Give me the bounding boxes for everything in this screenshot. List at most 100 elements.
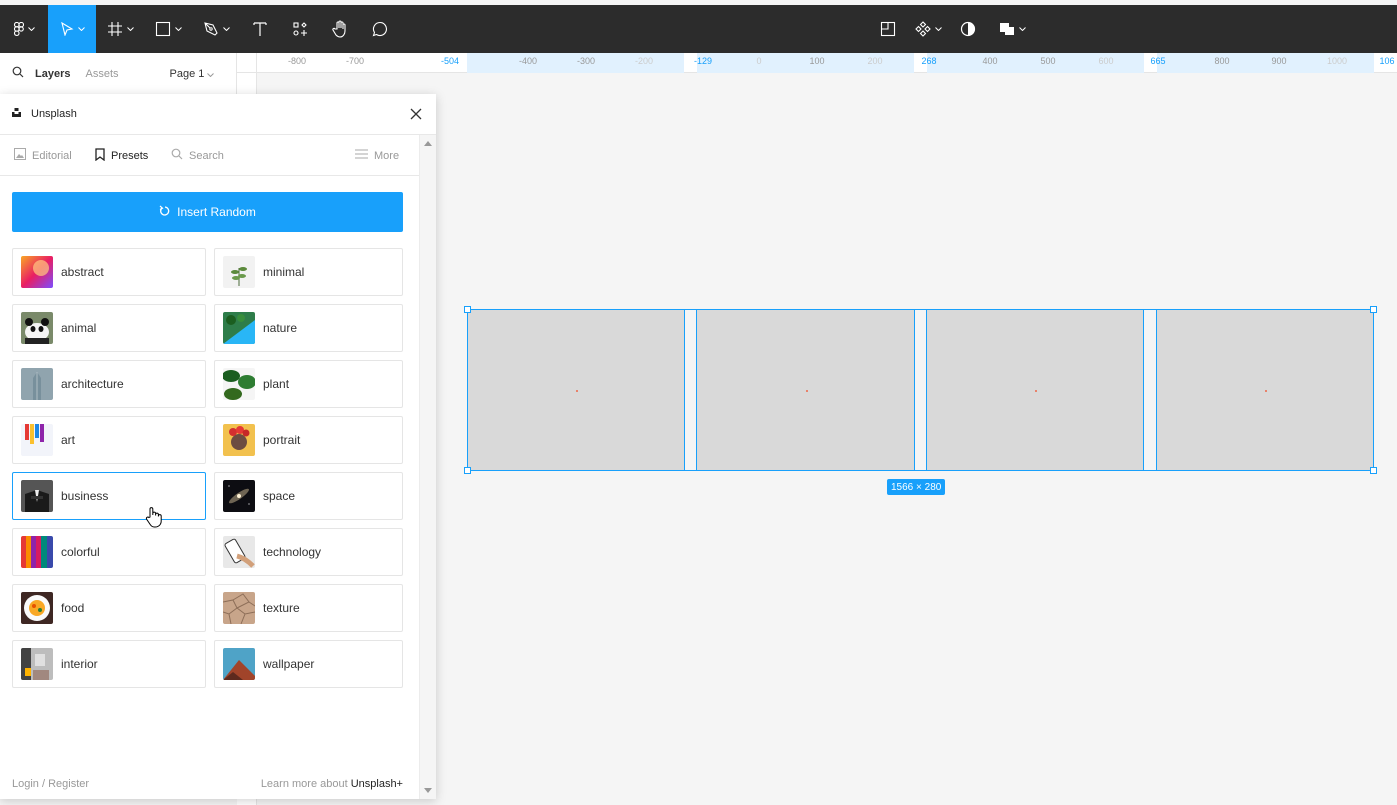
image-icon — [14, 148, 32, 163]
plugin-scrollbar[interactable] — [419, 135, 436, 799]
ruler-tick: -504 — [440, 56, 460, 66]
resize-handle[interactable] — [1370, 467, 1377, 474]
preset-tile-art[interactable]: art — [12, 416, 206, 464]
insert-random-label: Insert Random — [177, 205, 256, 219]
preset-label: interior — [61, 657, 98, 671]
text-tool-button[interactable] — [240, 5, 280, 53]
ruler-tick: 600 — [1098, 56, 1114, 66]
tab-search[interactable]: Search — [171, 135, 224, 176]
component-icon — [914, 21, 931, 37]
close-icon — [408, 108, 424, 126]
ruler-tick: 400 — [982, 56, 998, 66]
top-toolbar — [0, 5, 1397, 53]
comment-tool-button[interactable] — [360, 5, 400, 53]
preset-tile-wallpaper[interactable]: wallpaper — [214, 640, 403, 688]
food-thumbnail — [21, 592, 53, 624]
minimal-thumbnail — [223, 256, 255, 288]
hand-tool-icon — [332, 20, 348, 38]
resources-button[interactable] — [280, 5, 320, 53]
preset-tile-food[interactable]: food — [12, 584, 206, 632]
tab-presets-label: Presets — [111, 149, 149, 162]
hand-tool-button[interactable] — [320, 5, 360, 53]
preset-tile-colorful[interactable]: colorful — [12, 528, 206, 576]
chevron-down-icon — [174, 27, 182, 31]
preset-tile-interior[interactable]: interior — [12, 640, 206, 688]
nature-thumbnail — [223, 312, 255, 344]
search-icon[interactable] — [12, 66, 24, 81]
ruler-tick: -129 — [693, 56, 713, 66]
tab-presets[interactable]: Presets — [95, 135, 148, 176]
shape-tool-button[interactable] — [144, 5, 192, 53]
preset-tile-nature[interactable]: nature — [214, 304, 403, 352]
preset-label: minimal — [263, 265, 305, 279]
login-register-link[interactable]: Login / Register — [12, 778, 89, 790]
ruler-tick: 268 — [921, 56, 937, 66]
bookmark-icon — [95, 147, 111, 164]
component-button[interactable] — [904, 5, 952, 53]
main-menu-button[interactable] — [0, 5, 48, 53]
insert-random-button[interactable]: Insert Random — [12, 192, 403, 232]
ruler-corner — [237, 53, 257, 73]
resize-handle[interactable] — [464, 306, 471, 313]
preset-label: art — [61, 433, 76, 447]
preset-tile-space[interactable]: space — [214, 472, 403, 520]
unsplash-plus-link[interactable]: Unsplash+ — [351, 778, 403, 790]
architecture-thumbnail — [21, 368, 53, 400]
selection-box[interactable] — [467, 309, 1374, 471]
ruler-tick: 1000 — [1326, 56, 1348, 66]
tab-layers[interactable]: Layers — [35, 68, 70, 80]
preset-tile-animal[interactable]: animal — [12, 304, 206, 352]
preset-tile-architecture[interactable]: architecture — [12, 360, 206, 408]
preset-tile-technology[interactable]: technology — [214, 528, 403, 576]
boolean-button[interactable] — [984, 5, 1040, 53]
mask-button[interactable] — [872, 5, 904, 53]
contrast-button[interactable] — [952, 5, 984, 53]
plugin-title: Unsplash — [31, 108, 77, 120]
pen-tool-icon — [203, 21, 219, 37]
hand-cursor-icon — [145, 506, 163, 533]
interior-thumbnail — [21, 648, 53, 680]
technology-thumbnail — [223, 536, 255, 568]
ruler-tick: 100 — [809, 56, 825, 66]
scroll-up-arrow-icon[interactable] — [424, 141, 432, 146]
wallpaper-thumbnail — [223, 648, 255, 680]
plugin-title-bar: Unsplash — [0, 94, 436, 135]
learn-more-link[interactable]: Learn more about Unsplash+ — [261, 778, 403, 790]
preset-tile-texture[interactable]: texture — [214, 584, 403, 632]
close-button[interactable] — [408, 106, 424, 122]
preset-label: wallpaper — [263, 657, 315, 671]
preset-tile-plant[interactable]: plant — [214, 360, 403, 408]
ruler-tick: 900 — [1271, 56, 1287, 66]
ruler-tick: 0 — [756, 56, 762, 66]
page-name: Page 1 — [169, 67, 205, 80]
preset-tile-minimal[interactable]: minimal — [214, 248, 403, 296]
business-thumbnail — [21, 480, 53, 512]
colorful-thumbnail — [21, 536, 53, 568]
scroll-down-arrow-icon[interactable] — [424, 788, 432, 793]
plant-thumbnail — [223, 368, 255, 400]
preset-label: technology — [263, 545, 322, 559]
move-tool-button[interactable] — [48, 5, 96, 53]
preset-label: architecture — [61, 377, 124, 391]
page-selector[interactable]: Page 1 — [170, 68, 215, 80]
preset-tile-business[interactable]: business — [12, 472, 206, 520]
tab-assets[interactable]: Assets — [85, 68, 118, 80]
resize-handle[interactable] — [1370, 306, 1377, 313]
plugin-footer: Login / Register Learn more about Unspla… — [0, 769, 419, 799]
more-menu-button[interactable]: More — [355, 135, 399, 176]
preset-tile-abstract[interactable]: abstract — [12, 248, 206, 296]
texture-thumbnail — [223, 592, 255, 624]
menu-icon — [355, 149, 374, 162]
ruler-tick: -400 — [518, 56, 538, 66]
frame-tool-button[interactable] — [96, 5, 144, 53]
preset-tile-portrait[interactable]: portrait — [214, 416, 403, 464]
tab-editorial-label: Editorial — [32, 149, 72, 162]
learn-more-prefix: Learn more about — [260, 778, 351, 790]
resize-handle[interactable] — [464, 467, 471, 474]
figma-app: Layers Assets Page 1 -800 -700 -504 -400… — [0, 0, 1397, 805]
ruler-tick: -800 — [287, 56, 307, 66]
pen-tool-button[interactable] — [192, 5, 240, 53]
tab-editorial[interactable]: Editorial — [14, 135, 72, 176]
unsplash-plugin-panel: Unsplash Editorial Presets Search More I… — [0, 94, 436, 799]
ruler-tick: 500 — [1040, 56, 1056, 66]
